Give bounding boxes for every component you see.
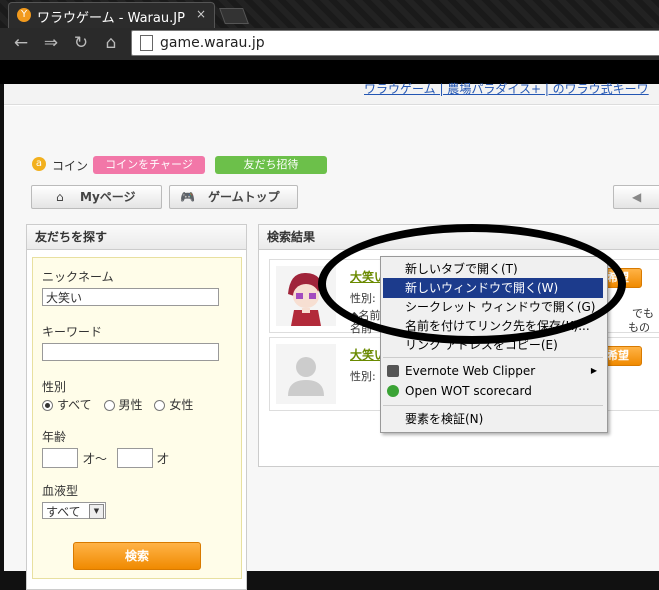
banner-link[interactable]: ワラウゲーム | 農場パラダイス+ | のワラウ式キーワ [364,80,649,97]
warau-favicon-icon: Y [17,8,31,22]
coin-charge-button[interactable]: コインをチャージ [93,156,205,174]
mypage-tab[interactable]: ⌂ Myページ [31,185,162,209]
keyword-input[interactable] [42,343,219,361]
invite-friends-button[interactable]: 友だち招待 [215,156,327,174]
gender-label: 性別 [42,380,67,394]
highlight-ellipse [318,224,626,344]
age-max-input[interactable] [117,448,153,468]
blood-type-label: 血液型 [42,484,79,498]
coin-icon: a [32,157,46,171]
gametop-tab[interactable]: 🎮 ゲームトップ [169,185,298,209]
browser-tab[interactable]: Y ワラウゲーム - Warau.JP × [8,2,215,29]
nickname-label: ニックネーム [42,270,114,284]
address-bar[interactable]: game.warau.jp [131,30,659,56]
wot-icon [387,385,399,397]
page-icon [140,35,153,51]
tab-title: ワラウゲーム - Warau.JP [37,11,185,26]
home-icon[interactable]: ⌂ [100,32,122,54]
radio-icon [154,400,166,411]
search-button[interactable]: 検索 [73,542,201,570]
gender-female-radio[interactable]: 女性 [154,398,193,412]
gender-radio-group: すべて 男性 女性 [42,396,193,413]
menu-separator [383,357,603,358]
dropdown-arrow-icon: ▼ [89,504,104,519]
coin-label: コイン [52,159,89,173]
speaker-icon: ◀ [632,190,642,204]
keyword-label: キーワード [42,325,103,339]
result-text-4: もの [628,321,650,334]
reload-icon[interactable]: ↻ [70,32,92,54]
back-icon[interactable]: ← [10,32,32,54]
mypage-tab-label: Myページ [80,190,136,204]
radio-icon [103,400,115,411]
tab-close-icon[interactable]: × [196,7,206,21]
age-suffix: 才 [157,452,170,466]
result-gender: 性別: [350,370,376,383]
forward-icon[interactable]: ⇒ [40,32,62,54]
menu-evernote-label: Evernote Web Clipper [405,364,536,378]
gender-all-radio[interactable]: すべて [42,398,92,412]
search-form: ニックネーム 大笑い キーワード 性別 すべて 男性 女性 年齢 才〜 才 血液… [32,257,242,579]
gametop-tab-label: ゲームトップ [208,190,280,204]
menu-evernote-clipper[interactable]: Evernote Web Clipper ▶ [383,361,603,381]
age-min-input[interactable] [42,448,78,468]
gender-male-radio[interactable]: 男性 [103,398,143,412]
user-avatar-placeholder[interactable] [276,344,336,404]
age-label: 年齢 [42,430,67,444]
friend-search-panel: 友だちを探す ニックネーム 大笑い キーワード 性別 すべて 男性 女性 年齢 … [26,224,247,590]
url-text: game.warau.jp [160,35,265,51]
evernote-icon [387,365,399,377]
blood-type-select[interactable]: すべて ▼ [42,502,106,519]
radio-icon [42,400,53,411]
right-tab[interactable]: ◀ [613,185,659,209]
friend-request-label: 希望 [607,349,629,362]
top-banner: ワラウゲーム | 農場パラダイス+ | のワラウ式キーワ [4,82,659,105]
blood-type-value: すべて [46,505,81,519]
menu-wot-scorecard[interactable]: Open WOT scorecard [383,381,603,401]
age-separator: 才〜 [83,452,108,466]
home-icon: ⌂ [56,190,64,204]
nickname-input[interactable]: 大笑い [42,288,219,306]
menu-inspect-element[interactable]: 要素を検証(N) [383,409,603,429]
gamepad-icon: 🎮 [180,190,195,204]
friend-search-title: 友だちを探す [27,225,246,250]
submenu-arrow-icon: ▶ [590,366,597,375]
menu-wot-label: Open WOT scorecard [405,384,532,398]
menu-separator [383,405,603,406]
